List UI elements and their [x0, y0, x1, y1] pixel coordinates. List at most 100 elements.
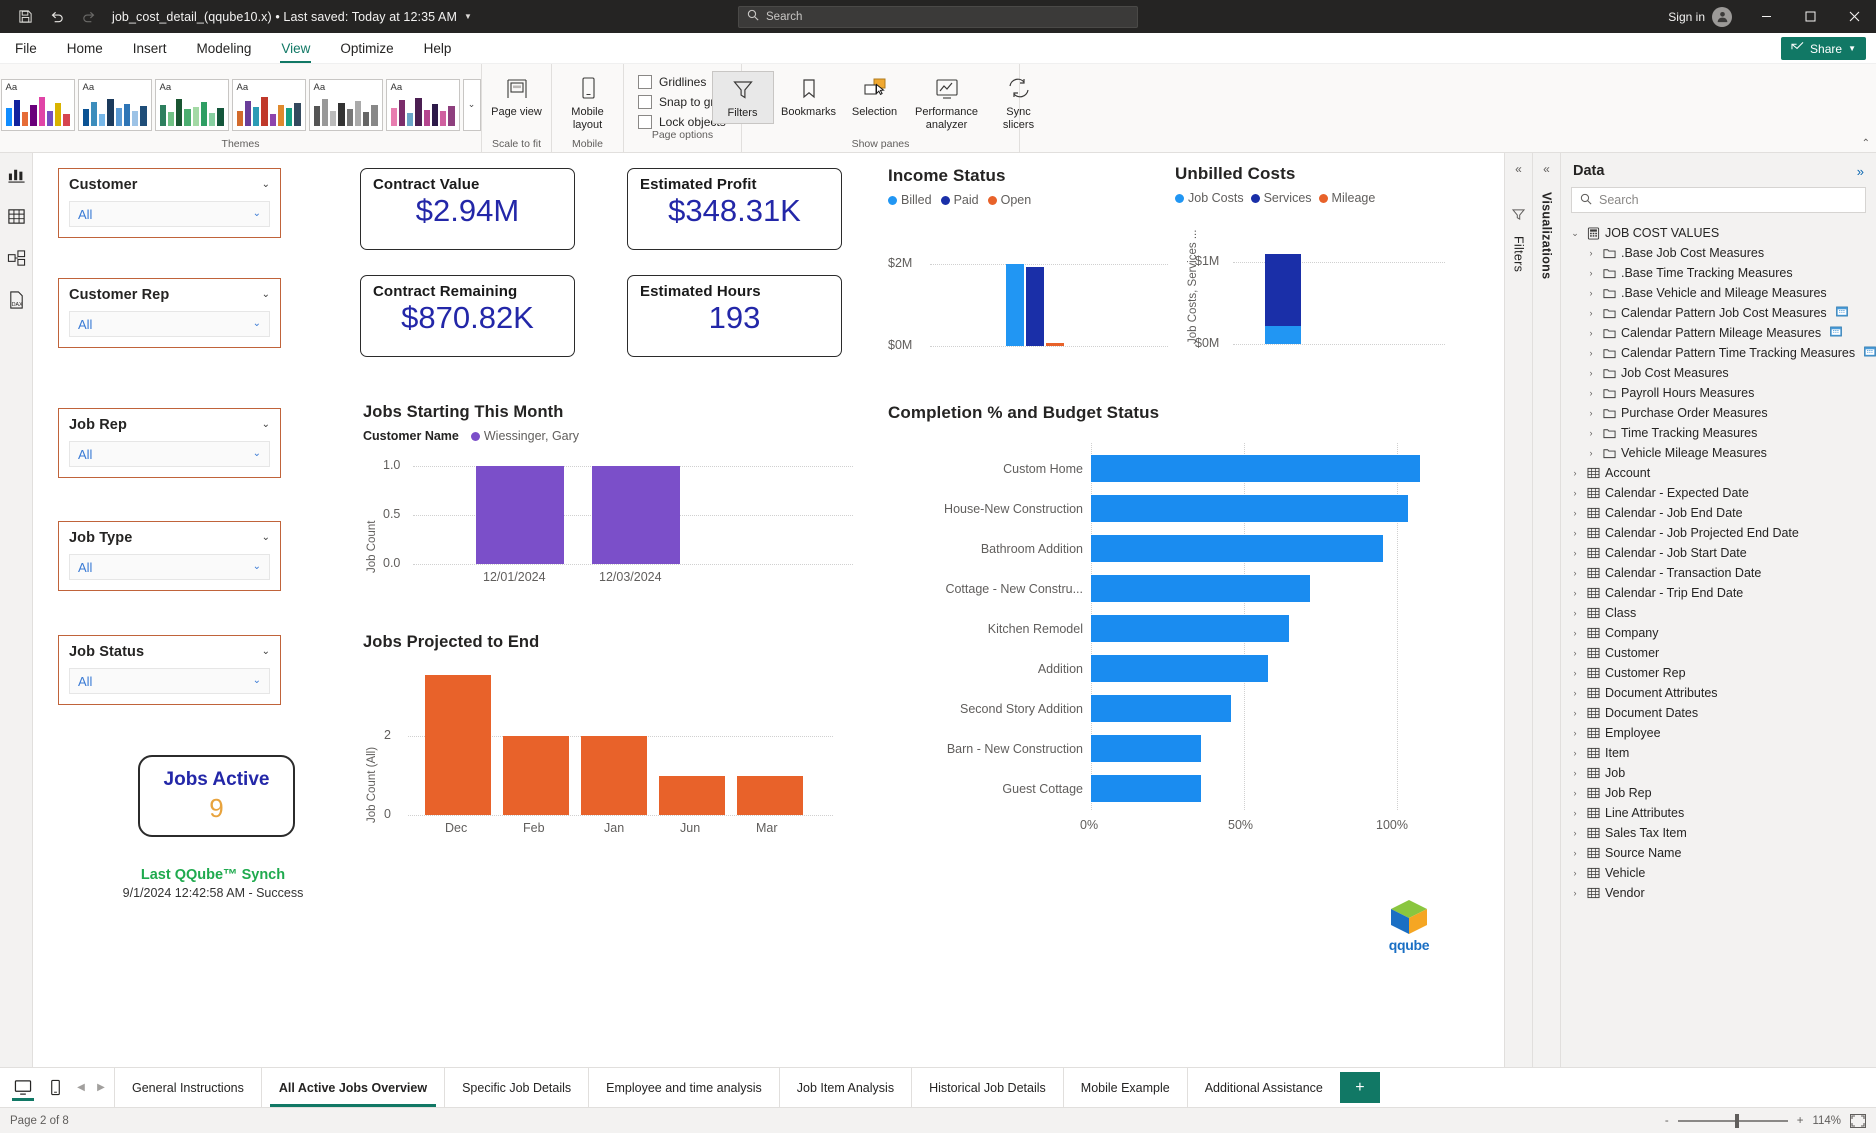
- bar-jun[interactable]: [659, 776, 725, 815]
- tree-folder[interactable]: › Calendar Pattern Time Tracking Measure…: [1561, 343, 1876, 363]
- page-tab-mobile-example[interactable]: Mobile Example: [1063, 1068, 1187, 1107]
- tree-table-vehicle[interactable]: ›Vehicle: [1561, 863, 1876, 883]
- chevron-down-icon[interactable]: ⌄: [262, 420, 270, 430]
- tree-table-calendar-transaction-date[interactable]: ›Calendar - Transaction Date: [1561, 563, 1876, 583]
- bar-kitchen-remodel[interactable]: [1091, 615, 1289, 642]
- page-view-button[interactable]: Page view: [486, 71, 548, 122]
- bar-paid[interactable]: [1026, 267, 1044, 346]
- report-canvas[interactable]: Customer ⌄ All ⌄ Customer Rep ⌄ All ⌄: [33, 153, 1504, 1067]
- mobile-view-icon[interactable]: [40, 1073, 70, 1103]
- chevron-right-icon[interactable]: ›: [1569, 768, 1581, 778]
- chevron-right-icon[interactable]: ›: [1569, 708, 1581, 718]
- tree-folder[interactable]: › Time Tracking Measures: [1561, 423, 1876, 443]
- tree-table-job[interactable]: ›Job: [1561, 763, 1876, 783]
- zoom-slider[interactable]: [1678, 1120, 1788, 1122]
- tree-table-calendar-trip-end-date[interactable]: ›Calendar - Trip End Date: [1561, 583, 1876, 603]
- chevron-right-icon[interactable]: ›: [1569, 568, 1581, 578]
- tree-table-employee[interactable]: ›Employee: [1561, 723, 1876, 743]
- slicer-dropdown[interactable]: All ⌄: [69, 201, 270, 227]
- sync-slicers-button[interactable]: Sync slicers: [988, 71, 1050, 134]
- chevron-right-icon[interactable]: ›: [1569, 748, 1581, 758]
- theme-swatch[interactable]: Aa: [155, 79, 229, 131]
- tree-folder[interactable]: › Payroll Hours Measures: [1561, 383, 1876, 403]
- report-view-icon[interactable]: [3, 161, 29, 187]
- tree-table-item[interactable]: ›Item: [1561, 743, 1876, 763]
- filters-pane-collapsed[interactable]: « Filters: [1504, 153, 1532, 1067]
- slicer-dropdown[interactable]: All ⌄: [69, 311, 270, 337]
- legend-item[interactable]: Billed: [888, 193, 932, 207]
- card-contract-remaining[interactable]: Contract Remaining $870.82K: [360, 275, 575, 357]
- dax-query-view-icon[interactable]: DAX: [3, 287, 29, 313]
- chevron-down-icon[interactable]: ⌄: [262, 533, 270, 543]
- chevron-right-icon[interactable]: ›: [1569, 608, 1581, 618]
- tree-table-job-rep[interactable]: ›Job Rep: [1561, 783, 1876, 803]
- tree-table-calendar-expected-date[interactable]: ›Calendar - Expected Date: [1561, 483, 1876, 503]
- chevron-right-icon[interactable]: ›: [1569, 648, 1581, 658]
- bookmarks-pane-button[interactable]: Bookmarks: [778, 71, 840, 122]
- legend-item[interactable]: Wiessinger, Gary: [471, 429, 579, 443]
- minimize-button[interactable]: [1744, 0, 1788, 33]
- chevron-right-icon[interactable]: ›: [1569, 688, 1581, 698]
- jobs-active-card[interactable]: Jobs Active 9: [138, 755, 295, 837]
- theme-swatch[interactable]: Aa: [309, 79, 383, 131]
- chevron-right-icon[interactable]: ›: [1569, 508, 1581, 518]
- bar-open[interactable]: [1046, 343, 1064, 346]
- slicer-job-status[interactable]: Job Status ⌄ All ⌄: [58, 635, 281, 705]
- bar-second-story-addition[interactable]: [1091, 695, 1231, 722]
- collapse-ribbon-icon[interactable]: ⌃: [1862, 138, 1870, 149]
- tree-folder[interactable]: › Purchase Order Measures: [1561, 403, 1876, 423]
- bar-jan[interactable]: [581, 736, 647, 815]
- chevron-right-icon[interactable]: ›: [1585, 388, 1597, 398]
- chevron-down-icon[interactable]: ⌄: [253, 676, 261, 686]
- zoom-out-button[interactable]: -: [1665, 1115, 1669, 1127]
- slicer-customer-rep[interactable]: Customer Rep ⌄ All ⌄: [58, 278, 281, 348]
- expand-filters-icon[interactable]: «: [1515, 162, 1522, 176]
- chevron-right-icon[interactable]: ›: [1569, 788, 1581, 798]
- bar-job-count[interactable]: [476, 466, 564, 564]
- redo-icon[interactable]: [74, 4, 104, 30]
- chevron-right-icon[interactable]: ›: [1585, 428, 1597, 438]
- theme-swatch[interactable]: Aa: [78, 79, 152, 131]
- chevron-right-icon[interactable]: ›: [1569, 548, 1581, 558]
- slicer-customer[interactable]: Customer ⌄ All ⌄: [58, 168, 281, 238]
- tree-table-source-name[interactable]: ›Source Name: [1561, 843, 1876, 863]
- chevron-down-icon[interactable]: ⌄: [262, 647, 270, 657]
- menu-tab-file[interactable]: File: [0, 33, 52, 63]
- tree-table-document-attributes[interactable]: ›Document Attributes: [1561, 683, 1876, 703]
- performance-analyzer-button[interactable]: Performance analyzer: [910, 71, 984, 134]
- bar-mar[interactable]: [737, 776, 803, 815]
- share-button[interactable]: Share ▼: [1781, 37, 1866, 60]
- tree-table-vendor[interactable]: ›Vendor: [1561, 883, 1876, 903]
- chevron-right-icon[interactable]: ›: [1585, 408, 1597, 418]
- theme-swatch[interactable]: Aa: [232, 79, 306, 131]
- card-estimated-profit[interactable]: Estimated Profit $348.31K: [627, 168, 842, 250]
- legend-item[interactable]: Open: [988, 193, 1032, 207]
- chart-unbilled-costs[interactable]: Unbilled Costs Job Costs Services Mileag…: [1175, 164, 1445, 359]
- previous-page-icon[interactable]: ◀: [72, 1082, 90, 1093]
- tree-table-calendar-job-end-date[interactable]: ›Calendar - Job End Date: [1561, 503, 1876, 523]
- chevron-right-icon[interactable]: ›: [1585, 448, 1597, 458]
- chevron-down-icon[interactable]: ⌄: [253, 209, 261, 219]
- gridlines-checkbox[interactable]: [638, 75, 652, 89]
- tree-table-sales-tax-item[interactable]: ›Sales Tax Item: [1561, 823, 1876, 843]
- bar-custom-home[interactable]: [1091, 455, 1420, 482]
- menu-tab-view[interactable]: View: [266, 33, 325, 63]
- chevron-right-icon[interactable]: ›: [1569, 588, 1581, 598]
- chevron-down-icon[interactable]: ⌄: [262, 180, 270, 190]
- bar-services[interactable]: [1265, 254, 1301, 326]
- chevron-right-icon[interactable]: ›: [1585, 348, 1597, 358]
- bar-job-count[interactable]: [592, 466, 680, 564]
- chevron-right-icon[interactable]: ›: [1569, 888, 1581, 898]
- selection-pane-button[interactable]: Selection: [844, 71, 906, 122]
- tree-folder[interactable]: › .Base Vehicle and Mileage Measures: [1561, 283, 1876, 303]
- slicer-dropdown[interactable]: All ⌄: [69, 441, 270, 467]
- data-field-tree[interactable]: ⌄ JOB COST VALUES › .Base Job Cost Measu…: [1561, 221, 1876, 1067]
- visualizations-pane-collapsed[interactable]: « Visualizations: [1532, 153, 1560, 1067]
- lock-objects-checkbox[interactable]: [638, 115, 652, 129]
- tree-folder[interactable]: › Calendar Pattern Job Cost Measures: [1561, 303, 1876, 323]
- bar-barn-new-construction[interactable]: [1091, 735, 1201, 762]
- tree-folder[interactable]: › Vehicle Mileage Measures: [1561, 443, 1876, 463]
- legend-item[interactable]: Mileage: [1319, 191, 1376, 205]
- chevron-right-icon[interactable]: ›: [1569, 808, 1581, 818]
- table-view-icon[interactable]: [3, 203, 29, 229]
